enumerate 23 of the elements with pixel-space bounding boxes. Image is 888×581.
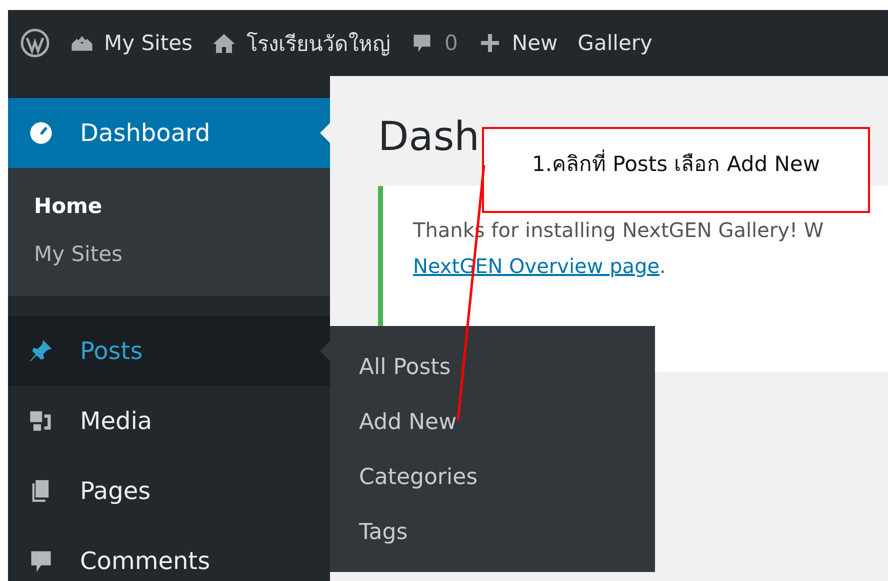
submenu-item[interactable]: Categories bbox=[330, 450, 655, 505]
submenu-item[interactable]: Add New bbox=[330, 395, 655, 450]
comments-link[interactable]: 0 bbox=[410, 31, 458, 55]
notice-period: . bbox=[660, 254, 666, 278]
home-icon bbox=[212, 32, 236, 54]
my-sites-link[interactable]: My Sites bbox=[70, 31, 192, 55]
menu-item[interactable]: Posts bbox=[8, 316, 330, 386]
menu-item[interactable]: Media bbox=[8, 386, 330, 456]
menu-item[interactable]: Dashboard bbox=[8, 98, 330, 168]
gauge-icon bbox=[28, 120, 54, 146]
menu-item[interactable]: Pages bbox=[8, 456, 330, 526]
site-name-link[interactable]: โรงเรียนวัดใหญ่ bbox=[212, 26, 390, 60]
pin-icon bbox=[28, 338, 54, 364]
menu-item[interactable]: Comments bbox=[8, 526, 330, 581]
submenu-item[interactable]: Home bbox=[8, 180, 330, 228]
submenu-item[interactable]: All Posts bbox=[330, 340, 655, 395]
submenu-item[interactable]: My Sites bbox=[8, 228, 330, 276]
annotation-text: 1.คลิกที่ Posts เลือก Add New bbox=[532, 147, 820, 211]
page-heading: Dash bbox=[378, 114, 481, 160]
submenu-item[interactable]: Tags bbox=[330, 505, 655, 560]
wordpress-logo-icon[interactable] bbox=[20, 28, 50, 58]
new-link[interactable]: New bbox=[478, 31, 558, 55]
gallery-link[interactable]: Gallery bbox=[578, 31, 652, 55]
